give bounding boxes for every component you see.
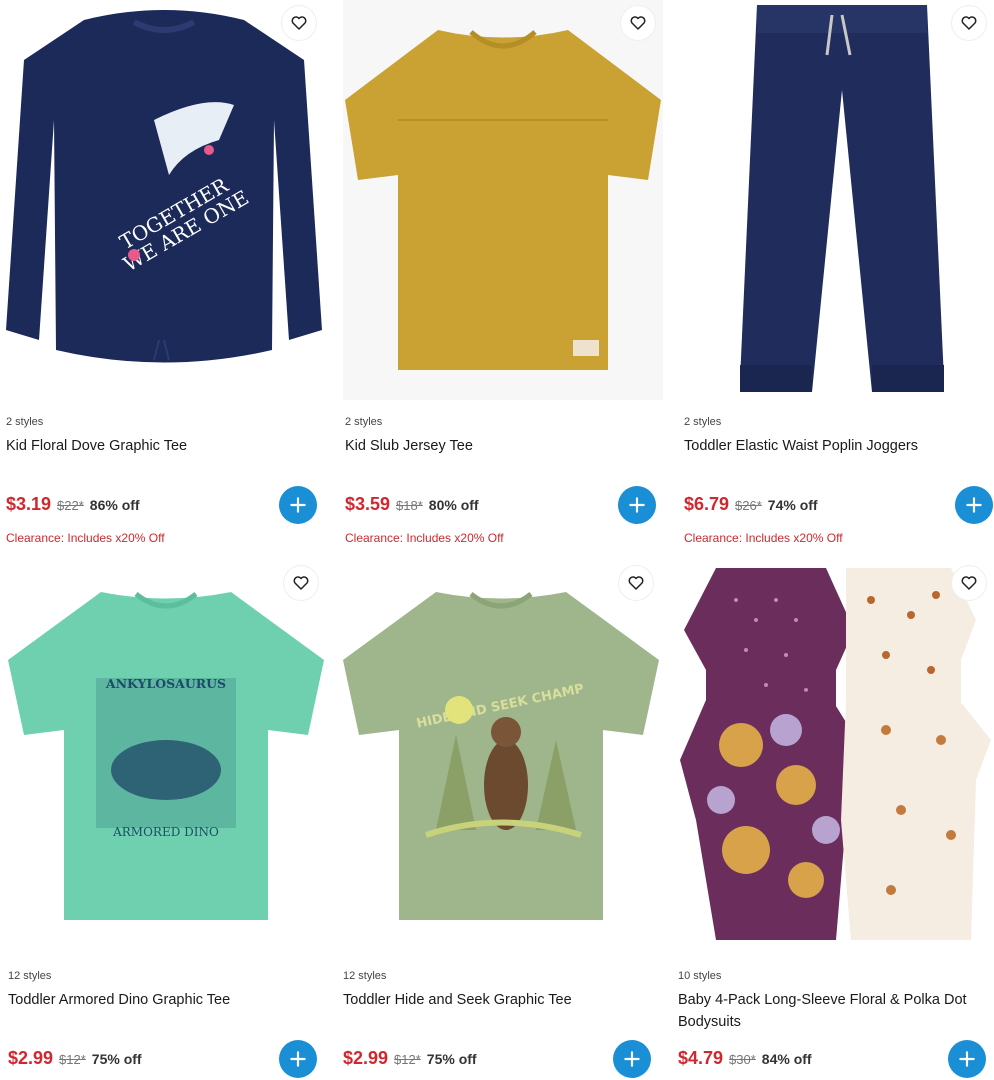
- discount-percent: 75% off: [91, 1051, 142, 1067]
- heart-outline-icon: [628, 576, 644, 590]
- styles-count: 12 styles: [8, 970, 52, 982]
- discount-percent: 80% off: [428, 497, 479, 513]
- clearance-note: Clearance: Includes x20% Off: [684, 531, 843, 545]
- price-row: $4.79 $30* 84% off: [678, 1048, 812, 1069]
- styles-count: 10 styles: [678, 970, 722, 982]
- heart-outline-icon: [291, 16, 307, 30]
- plus-icon: [966, 497, 982, 513]
- svg-text:ANKYLOSAURUS: ANKYLOSAURUS: [105, 676, 226, 691]
- sale-price: $2.99: [343, 1048, 389, 1068]
- heart-outline-icon: [961, 16, 977, 30]
- price-row: $3.59 $18* 80% off: [345, 494, 479, 515]
- plus-icon: [290, 1051, 306, 1067]
- product-title[interactable]: Toddler Armored Dino Graphic Tee: [8, 989, 318, 1011]
- clearance-note: Clearance: Includes x20% Off: [345, 531, 504, 545]
- add-to-bag-button[interactable]: [279, 1040, 317, 1078]
- plus-icon: [629, 497, 645, 513]
- product-title[interactable]: Toddler Elastic Waist Poplin Joggers: [684, 435, 994, 457]
- price-row: $2.99 $12* 75% off: [8, 1048, 142, 1069]
- favorite-button[interactable]: [284, 566, 318, 600]
- add-to-bag-button[interactable]: [618, 486, 656, 524]
- styles-count: 12 styles: [343, 970, 387, 982]
- favorite-button[interactable]: [952, 566, 986, 600]
- styles-count: 2 styles: [6, 416, 44, 428]
- product-image[interactable]: [682, 0, 994, 400]
- original-price: $26*: [735, 498, 762, 513]
- product-image[interactable]: [343, 0, 663, 400]
- product-image[interactable]: [676, 560, 994, 955]
- original-price: $22*: [57, 498, 84, 513]
- product-title[interactable]: Baby 4-Pack Long-Sleeve Floral & Polka D…: [678, 989, 988, 1033]
- sale-price: $4.79: [678, 1048, 724, 1068]
- product-title[interactable]: Toddler Hide and Seek Graphic Tee: [343, 989, 653, 1011]
- original-price: $12*: [394, 1052, 421, 1067]
- styles-count: 2 styles: [684, 416, 722, 428]
- product-image[interactable]: ANKYLOSAURUS ARMORED DINO: [6, 560, 326, 955]
- clearance-note: Clearance: Includes x20% Off: [6, 531, 165, 545]
- original-price: $12*: [59, 1052, 86, 1067]
- original-price: $18*: [396, 498, 423, 513]
- price-row: $6.79 $26* 74% off: [684, 494, 818, 515]
- add-to-bag-button[interactable]: [279, 486, 317, 524]
- heart-outline-icon: [630, 16, 646, 30]
- sale-price: $6.79: [684, 494, 730, 514]
- sale-price: $3.19: [6, 494, 52, 514]
- add-to-bag-button[interactable]: [948, 1040, 986, 1078]
- add-to-bag-button[interactable]: [955, 486, 993, 524]
- discount-percent: 75% off: [426, 1051, 477, 1067]
- price-row: $3.19 $22* 86% off: [6, 494, 140, 515]
- plus-icon: [624, 1051, 640, 1067]
- heart-outline-icon: [961, 576, 977, 590]
- discount-percent: 86% off: [89, 497, 140, 513]
- favorite-button[interactable]: [621, 6, 655, 40]
- heart-outline-icon: [293, 576, 309, 590]
- plus-icon: [290, 497, 306, 513]
- sale-price: $3.59: [345, 494, 391, 514]
- sale-price: $2.99: [8, 1048, 54, 1068]
- favorite-button[interactable]: [619, 566, 653, 600]
- discount-percent: 74% off: [767, 497, 818, 513]
- svg-text:ARMORED DINO: ARMORED DINO: [112, 825, 219, 839]
- product-image[interactable]: TOGETHER WE ARE ONE: [4, 0, 324, 400]
- product-image[interactable]: HIDE AND SEEK CHAMP: [341, 560, 661, 955]
- favorite-button[interactable]: [282, 6, 316, 40]
- discount-percent: 84% off: [761, 1051, 812, 1067]
- add-to-bag-button[interactable]: [613, 1040, 651, 1078]
- product-title[interactable]: Kid Floral Dove Graphic Tee: [6, 435, 316, 457]
- price-row: $2.99 $12* 75% off: [343, 1048, 477, 1069]
- plus-icon: [959, 1051, 975, 1067]
- styles-count: 2 styles: [345, 416, 383, 428]
- favorite-button[interactable]: [952, 6, 986, 40]
- product-title[interactable]: Kid Slub Jersey Tee: [345, 435, 655, 457]
- original-price: $30*: [729, 1052, 756, 1067]
